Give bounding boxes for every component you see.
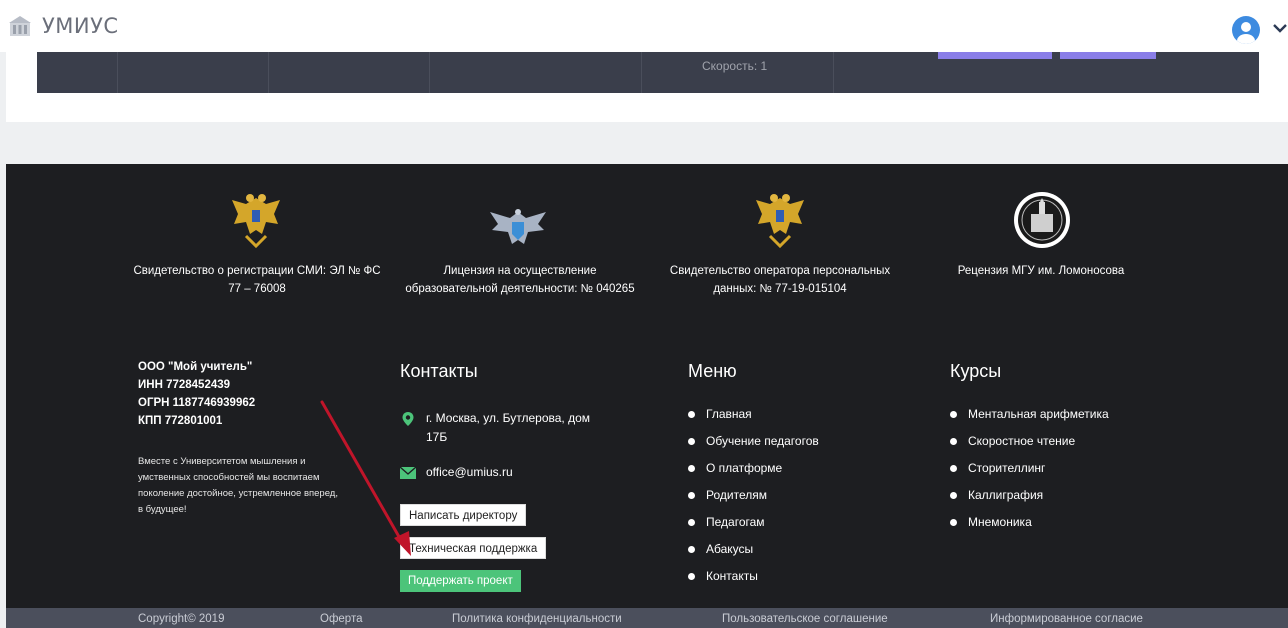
menu-item-label: Главная xyxy=(706,407,752,421)
top-bar: УМИУС xyxy=(0,0,1288,52)
address-row: г. Москва, ул. Бутлерова, дом 17Б xyxy=(400,409,600,447)
course-item-label: Ментальная арифметика xyxy=(968,407,1109,421)
msu-seal-icon xyxy=(1014,192,1070,248)
user-agreement-link[interactable]: Пользовательское соглашение xyxy=(722,613,888,625)
map-pin-icon xyxy=(402,412,414,426)
informed-consent-link[interactable]: Информированное согласие xyxy=(990,613,1143,625)
contacts-title: Контакты xyxy=(400,361,478,381)
company-kpp: КПП 772801001 xyxy=(138,415,223,427)
course-item-calligraphy[interactable]: Каллиграфия xyxy=(950,482,1109,509)
course-item-label: Скоростное чтение xyxy=(968,434,1076,448)
bullet-icon xyxy=(688,465,695,472)
menu-item-teacher-training[interactable]: Обучение педагогов xyxy=(688,428,819,455)
menu-item-label: О платформе xyxy=(706,461,783,475)
bullet-icon xyxy=(950,411,957,418)
privacy-policy-link[interactable]: Политика конфиденциальности xyxy=(452,613,622,625)
course-item-mental-arithmetic[interactable]: Ментальная арифметика xyxy=(950,401,1109,428)
app-name: УМИУС xyxy=(42,14,119,38)
menu-item-contacts[interactable]: Контакты xyxy=(688,563,819,590)
bullet-icon xyxy=(950,519,957,526)
column-divider xyxy=(429,52,430,93)
course-item-speed-reading[interactable]: Скоростное чтение xyxy=(950,428,1109,455)
menu-title: Меню xyxy=(688,361,737,381)
address-text: г. Москва, ул. Бутлерова, дом 17Б xyxy=(426,411,590,444)
speed-value: Скорость: 1 xyxy=(702,59,768,73)
user-icon xyxy=(1237,22,1255,44)
tech-support-button[interactable]: Техническая поддержка xyxy=(400,537,547,559)
table-action-button[interactable] xyxy=(1060,52,1156,59)
menu-item-label: Абакусы xyxy=(706,542,754,556)
table-action-button[interactable] xyxy=(938,52,1052,59)
write-director-button[interactable]: Написать директору xyxy=(400,504,527,526)
menu-item-abacus[interactable]: Абакусы xyxy=(688,536,819,563)
building-icon xyxy=(9,16,31,36)
course-item-label: Мнемоника xyxy=(968,515,1032,529)
column-divider xyxy=(117,52,118,93)
column-divider xyxy=(833,52,834,93)
bullet-icon xyxy=(688,546,695,553)
menu-list: Главная Обучение педагогов О платформе Р… xyxy=(688,401,819,590)
bullet-icon xyxy=(688,438,695,445)
email-row[interactable]: office@umius.ru xyxy=(400,463,513,482)
menu-item-label: Родителям xyxy=(706,488,767,502)
copyright-text: Copyright© 2019 xyxy=(138,613,225,625)
courses-list: Ментальная арифметика Скоростное чтение … xyxy=(950,401,1109,536)
bullet-icon xyxy=(688,519,695,526)
bullet-icon xyxy=(688,492,695,499)
company-name: ООО "Мой учитель" xyxy=(138,361,253,373)
menu-item-label: Педагогам xyxy=(706,515,765,529)
menu-item-about-platform[interactable]: О платформе xyxy=(688,455,819,482)
course-item-label: Сторителлинг xyxy=(968,461,1046,475)
bullet-icon xyxy=(950,438,957,445)
bullet-icon xyxy=(950,492,957,499)
certificate-caption: Рецензия МГУ им. Ломоносова xyxy=(957,265,1125,277)
company-tagline: Вместе с Университетом мышления и умстве… xyxy=(138,456,338,515)
support-project-button[interactable]: Поддержать проект xyxy=(400,570,521,592)
courses-title: Курсы xyxy=(950,361,1002,381)
chevron-down-icon[interactable] xyxy=(1272,22,1288,34)
company-ogrn: ОГРН 1187746939962 xyxy=(138,397,256,409)
menu-item-teachers[interactable]: Педагогам xyxy=(688,509,819,536)
course-item-storytelling[interactable]: Сторителлинг xyxy=(950,455,1109,482)
menu-item-label: Контакты xyxy=(706,569,758,583)
email-link[interactable]: office@umius.ru xyxy=(426,463,513,482)
eagle-emblem-icon xyxy=(232,194,280,249)
bullet-icon xyxy=(950,465,957,472)
bullet-icon xyxy=(688,411,695,418)
user-avatar[interactable] xyxy=(1232,16,1260,44)
envelope-icon xyxy=(400,466,416,479)
course-item-mnemonics[interactable]: Мнемоника xyxy=(950,509,1109,536)
company-inn: ИНН 7728452439 xyxy=(138,379,231,391)
offer-link[interactable]: Оферта xyxy=(320,613,362,625)
certificate-caption: Лицензия на осуществление образовательно… xyxy=(405,265,635,295)
bullet-icon xyxy=(688,573,695,580)
column-divider xyxy=(268,52,269,93)
certificate-caption: Свидетельство о регистрации СМИ: ЭЛ № ФС… xyxy=(133,265,381,295)
eagle-emblem-icon xyxy=(756,194,804,249)
course-item-label: Каллиграфия xyxy=(968,488,1044,502)
brand-logo[interactable]: УМИУС xyxy=(8,14,119,38)
menu-item-home[interactable]: Главная xyxy=(688,401,819,428)
column-divider xyxy=(641,52,642,93)
company-details: ООО "Мой учитель" ИНН 7728452439 ОГРН 11… xyxy=(138,358,255,430)
certificate-caption: Свидетельство оператора персональных дан… xyxy=(669,265,891,295)
eagle-shield-icon xyxy=(490,209,546,244)
menu-item-label: Обучение педагогов xyxy=(706,434,819,448)
menu-item-parents[interactable]: Родителям xyxy=(688,482,819,509)
